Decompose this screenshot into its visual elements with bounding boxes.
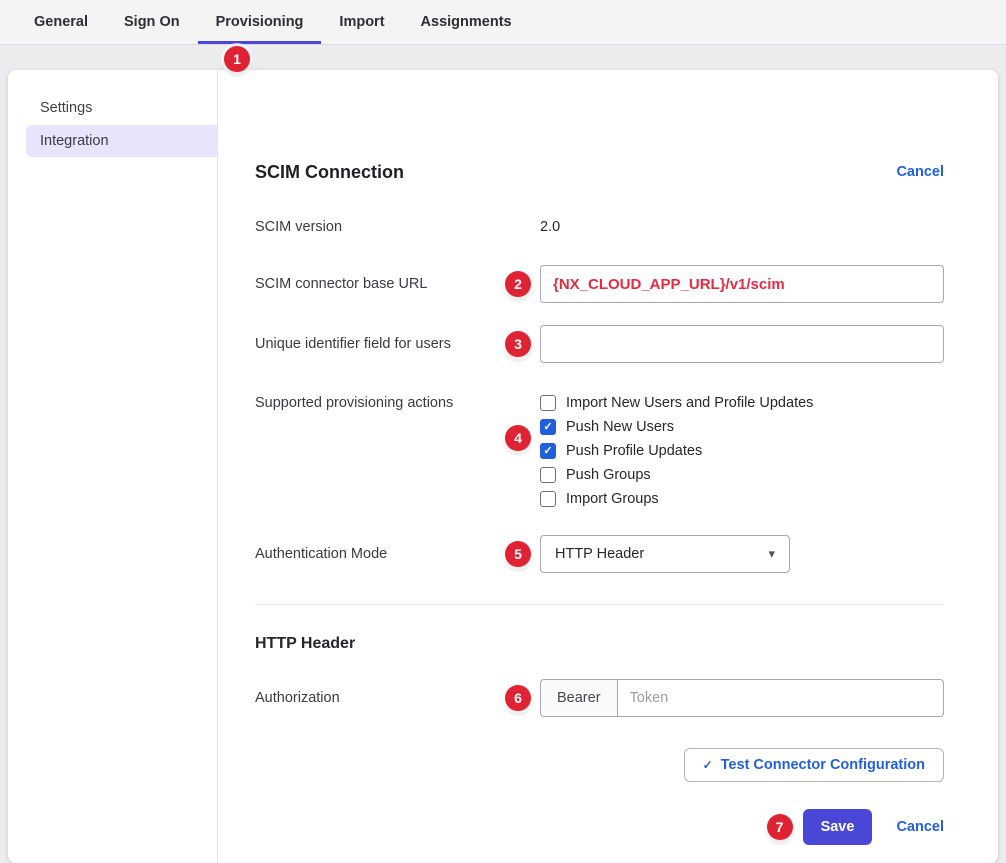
base-url-input[interactable] [540,265,944,303]
test-connector-button[interactable]: ✓ Test Connector Configuration [684,748,944,782]
checkbox-row-import-groups[interactable]: Import Groups [540,487,944,511]
tab-import[interactable]: Import [321,0,402,44]
checkbox-icon[interactable] [540,395,556,411]
token-input[interactable] [618,679,944,717]
checkbox-row-push-new-users[interactable]: Push New Users [540,415,944,439]
checkbox-label: Import New Users and Profile Updates [566,395,813,411]
scim-version-value: 2.0 [540,219,560,235]
auth-mode-select[interactable]: HTTP Header ▾ [540,535,790,573]
check-icon: ✓ [703,758,713,772]
step-badge-7: 7 [767,814,793,840]
checkbox-label: Push Profile Updates [566,443,702,459]
checkbox-label: Push New Users [566,419,674,435]
step-badge-1: 1 [224,46,250,72]
section-divider [255,604,944,605]
auth-mode-label: Authentication Mode [255,544,540,564]
provisioning-actions-row: Supported provisioning actions 4 Import … [255,391,944,511]
step-badge-2: 2 [505,271,531,297]
tab-provisioning[interactable]: Provisioning [198,0,322,44]
cancel-link-top[interactable]: Cancel [896,164,944,180]
authorization-row: Authorization 6 Bearer [255,679,944,717]
tab-assignments[interactable]: Assignments [403,0,530,44]
sidebar-item-integration[interactable]: Integration [26,125,217,157]
tab-general[interactable]: General [16,0,106,44]
step-badge-4: 4 [505,425,531,451]
page-title: SCIM Connection [255,159,404,185]
chevron-down-icon: ▾ [768,546,775,562]
base-url-row: SCIM connector base URL 2 [255,265,944,303]
tab-sign-on[interactable]: Sign On [106,0,198,44]
checkbox-label: Import Groups [566,491,659,507]
auth-mode-row: Authentication Mode 5 HTTP Header ▾ [255,535,944,573]
unique-id-row: Unique identifier field for users 3 [255,325,944,363]
base-url-label: SCIM connector base URL [255,274,540,294]
scim-version-label: SCIM version [255,217,540,237]
checkbox-icon[interactable] [540,491,556,507]
save-button[interactable]: Save [803,809,873,845]
settings-sidebar: Settings Integration [8,70,218,863]
content-header: SCIM Connection Cancel [255,159,944,185]
scim-connection-panel: SCIM Connection Cancel SCIM version 2.0 … [218,70,998,863]
test-connector-label: Test Connector Configuration [721,757,925,773]
checkbox-row-push-groups[interactable]: Push Groups [540,463,944,487]
step-badge-3: 3 [505,331,531,357]
authorization-label: Authorization [255,688,540,708]
sidebar-heading: Settings [8,98,217,118]
auth-mode-selected-value: HTTP Header [555,546,644,562]
step-badge-6: 6 [505,685,531,711]
checkbox-row-import-new-users[interactable]: Import New Users and Profile Updates [540,391,944,415]
checkbox-label: Push Groups [566,467,651,483]
checkbox-icon[interactable] [540,443,556,459]
step-badge-5: 5 [505,541,531,567]
checkbox-icon[interactable] [540,419,556,435]
save-row: 7 Save Cancel [255,809,944,845]
http-header-section-title: HTTP Header [255,634,944,654]
cancel-link-bottom[interactable]: Cancel [896,819,944,835]
unique-id-input[interactable] [540,325,944,363]
test-connector-row: ✓ Test Connector Configuration [255,748,944,782]
unique-id-label: Unique identifier field for users [255,334,540,354]
scim-version-row: SCIM version 2.0 [255,217,944,237]
tab-bar: General Sign On Provisioning Import Assi… [0,0,1006,45]
checkbox-icon[interactable] [540,467,556,483]
checkbox-row-push-profile-updates[interactable]: Push Profile Updates [540,439,944,463]
bearer-prefix: Bearer [540,679,618,717]
provisioning-actions-label: Supported provisioning actions [255,391,540,413]
main-card: Settings Integration SCIM Connection Can… [8,70,998,863]
